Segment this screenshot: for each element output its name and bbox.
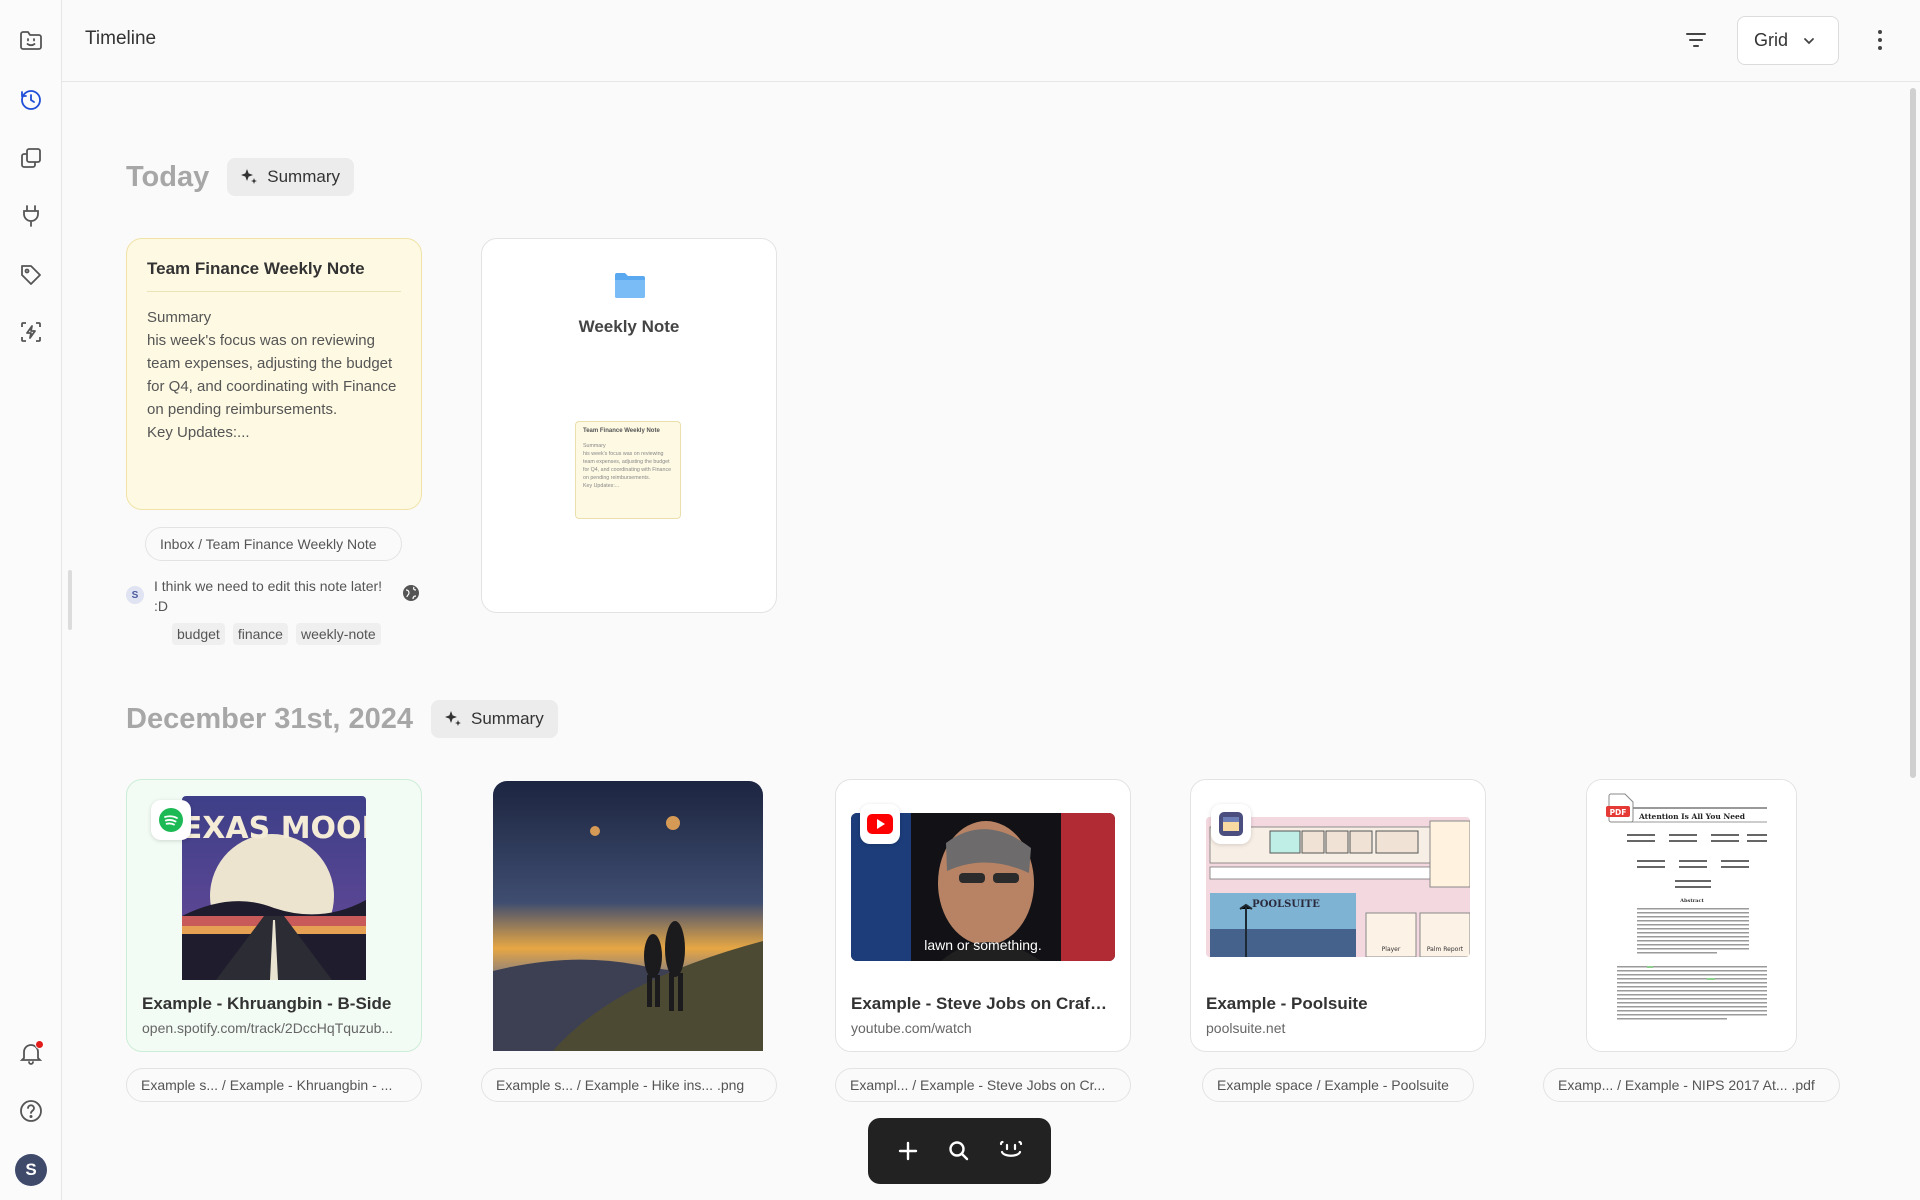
filter-button[interactable] — [1676, 22, 1716, 58]
card-path[interactable]: Example s... / Example - Hike ins... .pn… — [481, 1068, 777, 1102]
filter-icon — [1686, 33, 1706, 47]
section-title: Today — [126, 160, 210, 193]
note-title: Team Finance Weekly Note — [147, 259, 401, 292]
add-button[interactable] — [888, 1131, 928, 1171]
poolsuite-badge — [1211, 804, 1251, 844]
note-tags: budget finance weekly-note — [172, 623, 381, 645]
sidebar: S — [0, 0, 62, 1200]
sparkle-icon — [241, 169, 258, 184]
pdf-icon: PDF — [1606, 793, 1634, 823]
more-vertical-icon — [1878, 30, 1882, 50]
note-comment: S I think we need to edit this note late… — [126, 576, 426, 616]
note-card[interactable]: Team Finance Weekly Note Summary his wee… — [126, 238, 422, 510]
summary-button[interactable]: Summary — [430, 700, 558, 738]
poolsuite-icon — [1219, 812, 1243, 836]
home-folder-icon[interactable] — [13, 22, 49, 58]
card-url: poolsuite.net — [1206, 1020, 1286, 1036]
card-title: Example - Poolsuite — [1206, 994, 1368, 1013]
pdf-preview: Attention Is All You Need Abstract PDF — [1587, 780, 1796, 1051]
plug-icon[interactable] — [13, 198, 49, 234]
copy-icon[interactable] — [13, 140, 49, 176]
summary-button[interactable]: Summary — [227, 158, 354, 196]
page-title: Timeline — [85, 28, 157, 49]
bell-icon[interactable] — [13, 1035, 49, 1071]
comment-text: I think we need to edit this note later!… — [154, 578, 383, 614]
resize-handle[interactable] — [68, 570, 72, 630]
youtube-badge — [860, 804, 900, 844]
poolsuite-logo-text: POOLSUITE — [1252, 899, 1320, 910]
tag-chip[interactable]: budget — [172, 623, 225, 645]
comment-avatar: S — [126, 586, 144, 604]
card-url: youtube.com/watch — [851, 1020, 972, 1036]
preview-title: Team Finance Weekly Note — [583, 428, 660, 434]
hike-image — [493, 781, 763, 1051]
help-icon[interactable] — [13, 1093, 49, 1129]
view-mode-label: Grid — [1754, 30, 1789, 50]
image-card[interactable] — [481, 779, 777, 1052]
card-path[interactable]: Exampl... / Example - Steve Jobs on Cr..… — [835, 1068, 1131, 1102]
card-title: Example - Khruangbin - B-Side — [142, 994, 392, 1013]
flash-icon[interactable] — [13, 314, 49, 350]
section-header-december: December 31st, 2024 Summary — [126, 700, 558, 738]
note-path[interactable]: Inbox / Team Finance Weekly Note — [145, 527, 402, 561]
card-path[interactable]: Examp... / Example - NIPS 2017 At... .pd… — [1543, 1068, 1840, 1102]
chevron-down-icon — [1804, 37, 1814, 44]
youtube-card[interactable]: lawn or something. Example - Steve Jobs … — [835, 779, 1131, 1052]
svg-text:PDF: PDF — [1610, 808, 1627, 817]
card-url: open.spotify.com/track/2DccHqTquzub... — [142, 1020, 394, 1036]
face-icon — [1000, 1140, 1023, 1157]
sparkle-icon — [444, 711, 461, 726]
album-title-text: TEXAS MOON — [182, 811, 366, 846]
tag-chip[interactable]: finance — [232, 623, 288, 645]
notification-dot — [35, 1040, 44, 1049]
search-button[interactable] — [939, 1131, 979, 1171]
bottom-toolbar — [868, 1118, 1051, 1184]
folder-icon — [615, 273, 645, 298]
search-icon — [949, 1141, 969, 1161]
player-label: Player — [1382, 946, 1401, 953]
tag-chip[interactable]: weekly-note — [295, 623, 381, 645]
spotify-card[interactable]: TEXAS MOON Example - Khruangbin - B-Side… — [126, 779, 422, 1052]
note-body: Summary his week's focus was on reviewin… — [147, 309, 397, 441]
spotify-badge — [151, 800, 191, 840]
folder-title: Weekly Note — [578, 317, 680, 336]
folder-note-preview: Team Finance Weekly Note Summary his wee… — [575, 421, 681, 519]
folder-card[interactable]: Weekly Note Team Finance Weekly Note Sum… — [481, 238, 777, 613]
section-header-today: Today Summary — [126, 158, 354, 196]
youtube-icon — [867, 814, 893, 834]
user-avatar[interactable]: S — [15, 1154, 47, 1186]
clock-icon[interactable] — [13, 82, 49, 118]
tag-icon[interactable] — [13, 257, 49, 293]
add-icon — [898, 1141, 918, 1161]
poolsuite-card[interactable]: POOLSUITE Player Palm Report Example - P… — [1190, 779, 1486, 1052]
preview-body: Summary his week's focus was on reviewin… — [583, 443, 672, 489]
spotify-icon — [159, 808, 183, 832]
top-bar: Timeline Grid — [62, 0, 1920, 82]
card-title: Example - Steve Jobs on Craftin... — [851, 994, 1111, 1013]
card-path[interactable]: Example s... / Example - Khruangbin - ..… — [126, 1068, 422, 1102]
scroll-thumb[interactable] — [1910, 88, 1916, 778]
pdf-card[interactable]: Attention Is All You Need Abstract PDF — [1586, 779, 1797, 1052]
album-art: TEXAS MOON — [182, 796, 366, 980]
scrollbar[interactable] — [1906, 82, 1920, 1200]
more-options-button[interactable] — [1862, 22, 1898, 58]
palm-report-label: Palm Report — [1427, 946, 1464, 953]
pdf-abstract-label: Abstract — [1679, 898, 1704, 904]
summary-label: Summary — [267, 167, 340, 186]
summary-label: Summary — [470, 709, 544, 728]
pdf-title-text: Attention Is All You Need — [1638, 812, 1746, 821]
card-path[interactable]: Example space / Example - Poolsuite — [1202, 1068, 1474, 1102]
video-caption: lawn or something. — [924, 937, 1042, 953]
globe-icon[interactable] — [402, 584, 420, 602]
section-title: December 31st, 2024 — [126, 702, 413, 735]
view-mode-select[interactable]: Grid — [1737, 16, 1839, 65]
assistant-button[interactable] — [991, 1131, 1031, 1171]
